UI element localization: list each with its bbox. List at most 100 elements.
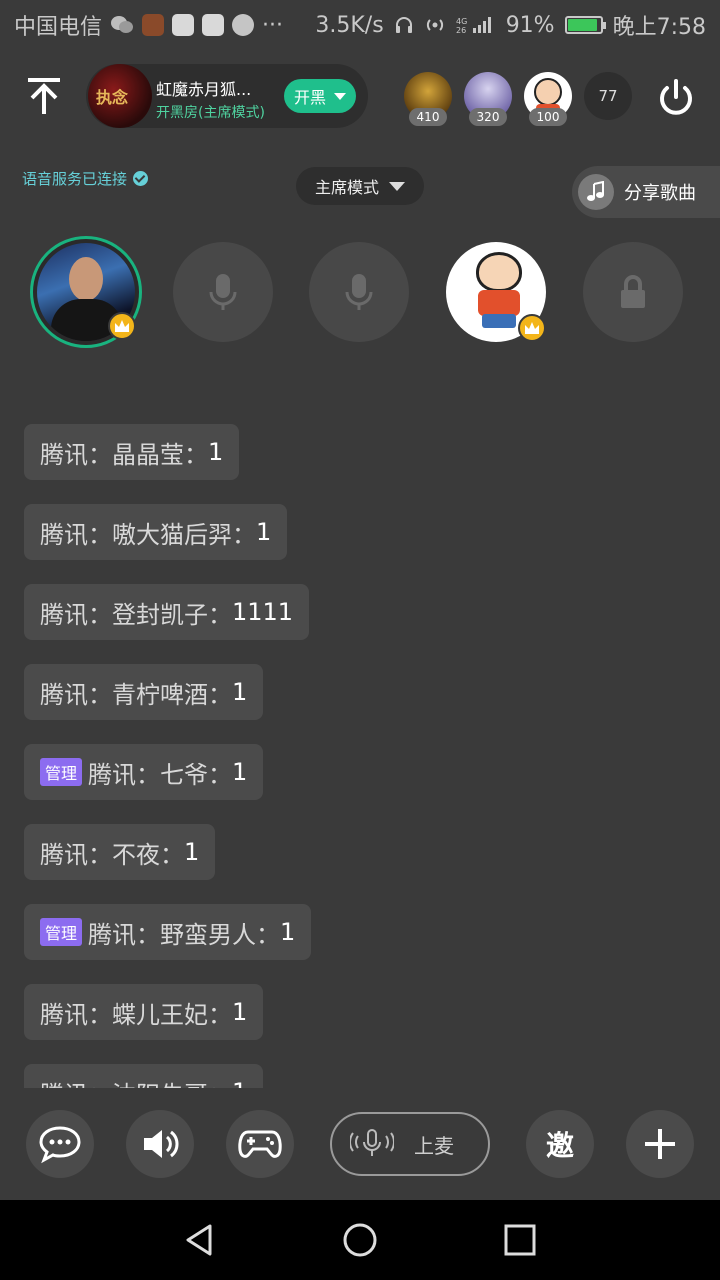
cartoon-face [476, 252, 522, 292]
room-name: 虹魔赤月狐... [156, 80, 252, 99]
chat-button[interactable] [26, 1110, 94, 1178]
viewer-avatar-2[interactable]: 320 [464, 72, 512, 126]
room-header: 执念 虹魔赤月狐... 开黑房(主席模式) 开黑 410 320 100 77 [0, 58, 720, 138]
seat-2-empty[interactable] [173, 242, 273, 342]
msg-prefix: 腾讯： [40, 680, 112, 709]
carrier-label: 中国电信 [14, 15, 103, 40]
msg-prefix: 腾讯： [40, 1000, 112, 1029]
chat-message: 腾讯： 蝶儿王妃： 1 [24, 984, 264, 1040]
msg-value: 1 [184, 838, 200, 866]
msg-prefix: 腾讯： [40, 520, 112, 549]
admin-badge: 管理 [40, 758, 83, 786]
microphone-icon [345, 274, 373, 310]
msg-user: 嗷大猫后羿 [112, 520, 232, 549]
wechat-icon [111, 16, 134, 33]
microphone-icon [209, 274, 237, 310]
msg-user: 野蛮男人 [160, 920, 257, 949]
msg-user: 晶晶莹 [112, 440, 184, 469]
msg-sep: ： [160, 840, 184, 869]
game-app-icon [142, 14, 165, 36]
baidu-paw-icon [232, 14, 255, 36]
open-game-label: 开黑 [293, 88, 326, 107]
chat-message: 腾讯： 青柠啤酒： 1 [24, 664, 264, 720]
msg-sep: ： [184, 440, 208, 469]
chat-message: 管理 腾讯： 野蛮男人： 1 [24, 904, 312, 960]
battery-icon [564, 16, 606, 34]
msg-prefix: 腾讯： [40, 840, 112, 869]
take-mic-button[interactable]: 上麦 [330, 1112, 490, 1176]
seat-3-empty[interactable] [309, 242, 409, 342]
game-button[interactable] [226, 1110, 294, 1178]
msg-prefix: 腾讯： [88, 760, 161, 789]
clock: 晚上7:58 [612, 15, 706, 40]
headphone-icon [395, 17, 412, 33]
viewer-score: 410 [409, 108, 447, 126]
msg-value: 1 [280, 918, 296, 946]
msg-value: 1 [232, 758, 248, 786]
chat-message-list[interactable]: 腾讯： 晶晶莹： 1 腾讯： 嗷大猫后羿： 1 腾讯： 登封凯子： 1111 腾讯： 青柠啤酒… [24, 424, 704, 1088]
msg-sep: ： [208, 1075, 232, 1089]
chat-message: 腾讯： 不夜： 1 [24, 824, 216, 880]
add-button[interactable] [626, 1110, 694, 1178]
battery-percent: 91% [505, 12, 555, 38]
chat-message: 腾讯： 嗷大猫后羿： 1 [24, 504, 288, 560]
bottom-toolbar: 上麦 邀 [0, 1100, 720, 1200]
browser-app-icon [172, 14, 195, 36]
msg-value: 1 [208, 438, 224, 466]
viewer-avatar-3[interactable]: 100 [524, 72, 572, 126]
microphone-wave-icon [350, 1129, 394, 1156]
speaker-button[interactable] [126, 1110, 194, 1178]
speaker-icon [144, 1130, 179, 1158]
msg-prefix: 腾讯： [40, 600, 112, 629]
room-info-card[interactable]: 执念 虹魔赤月狐... 开黑房(主席模式) 开黑 [86, 64, 368, 128]
crown-icon [518, 314, 546, 342]
recents-square-icon[interactable] [502, 1222, 538, 1258]
msg-user: 沈阳先哥 [112, 1075, 208, 1089]
msg-value: 1111 [232, 598, 294, 626]
room-avatar-text: 执念 [96, 88, 129, 107]
check-icon [133, 171, 149, 186]
mode-label: 主席模式 [314, 178, 379, 197]
online-count[interactable]: 77 [584, 72, 632, 120]
invite-label: 邀 [545, 1129, 574, 1162]
browser-app-icon-2 [202, 14, 225, 36]
msg-user: 不夜 [112, 840, 160, 869]
msg-sep: ： [208, 1000, 232, 1029]
msg-user: 七爷 [160, 760, 209, 789]
voice-status-label: 语音服务已连接 [22, 170, 128, 188]
msg-sep: ： [232, 520, 256, 549]
msg-user: 青柠啤酒 [112, 680, 208, 709]
share-song-button[interactable]: 分享歌曲 [572, 166, 720, 218]
plus-icon [645, 1129, 675, 1159]
minimize-arrow-icon[interactable] [22, 74, 66, 118]
msg-prefix: 腾讯： [40, 1075, 112, 1089]
room-type: 开黑房(主席模式) [156, 105, 265, 121]
msg-sep: ： [208, 680, 232, 709]
msg-value: 1 [256, 518, 272, 546]
lock-icon [621, 275, 645, 308]
mode-selector[interactable]: 主席模式 [296, 167, 424, 205]
admin-badge: 管理 [40, 918, 83, 946]
avatar-head [69, 257, 103, 301]
msg-user: 登封凯子 [112, 600, 208, 629]
crown-icon [108, 312, 136, 340]
msg-prefix: 腾讯： [40, 440, 112, 469]
power-icon[interactable] [654, 76, 698, 120]
network-speed: 3.5K/s [315, 12, 384, 38]
battery-fill [567, 19, 597, 31]
voice-service-status: 语音服务已连接 [22, 168, 149, 189]
open-game-button[interactable]: 开黑 [284, 79, 356, 113]
invite-button[interactable]: 邀 [526, 1110, 594, 1178]
chat-bubble-icon [39, 1126, 81, 1164]
more-notifications: ··· [262, 12, 283, 38]
viewer-avatar-1[interactable]: 410 [404, 72, 452, 126]
msg-value: 1 [232, 678, 248, 706]
chat-message: 腾讯：沈阳先哥：1 [24, 1064, 264, 1089]
cartoon-pants [482, 314, 516, 328]
share-song-label: 分享歌曲 [624, 183, 696, 204]
msg-sep: ： [208, 760, 233, 789]
seat-5-locked[interactable] [583, 242, 683, 342]
home-circle-icon[interactable] [342, 1222, 378, 1258]
chat-message: 腾讯： 晶晶莹： 1 [24, 424, 240, 480]
back-triangle-icon[interactable] [182, 1222, 218, 1258]
